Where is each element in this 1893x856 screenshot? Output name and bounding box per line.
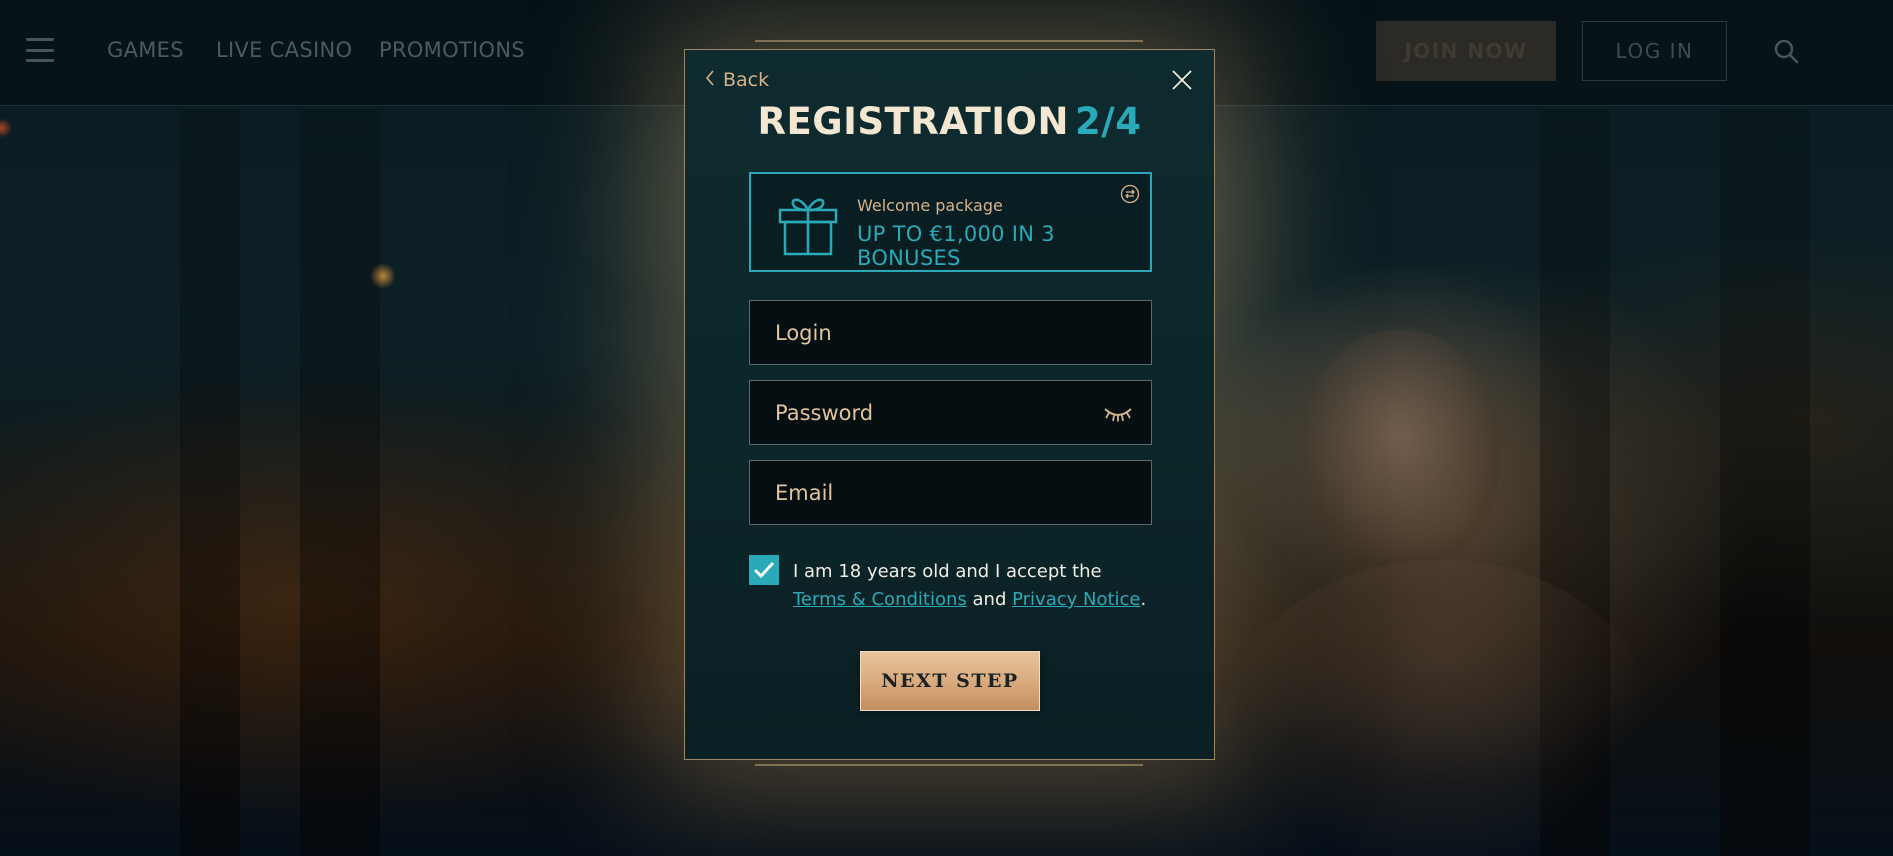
menu-icon[interactable] <box>26 38 54 62</box>
email-input[interactable] <box>750 461 1151 524</box>
close-icon[interactable] <box>1170 68 1194 92</box>
password-input[interactable] <box>750 381 1151 444</box>
terms-link[interactable]: Terms & Conditions <box>793 589 967 610</box>
login-field[interactable] <box>749 300 1152 365</box>
promo-label: Welcome package <box>857 196 1003 215</box>
age-terms-checkbox[interactable] <box>749 555 779 585</box>
chevron-left-icon <box>705 69 715 92</box>
step-indicator: 2/4 <box>1074 100 1142 143</box>
join-now-button[interactable]: JOIN NOW <box>1376 21 1556 81</box>
privacy-link[interactable]: Privacy Notice <box>1012 589 1140 610</box>
welcome-package-banner: Welcome package UP TO €1,000 IN 3 BONUSE… <box>749 172 1152 272</box>
back-link[interactable]: Back <box>705 68 769 92</box>
nav-live-casino[interactable]: LIVE CASINO <box>216 38 352 62</box>
swap-icon[interactable] <box>1120 184 1140 204</box>
eye-closed-icon[interactable] <box>1103 403 1133 423</box>
gift-icon <box>777 192 839 256</box>
registration-modal: Back REGISTRATION 2/4 Welcome package UP … <box>684 49 1215 760</box>
consent-text: I am 18 years old and I accept the Terms… <box>793 558 1173 614</box>
search-icon[interactable] <box>1772 37 1800 65</box>
consent-end: . <box>1140 589 1147 610</box>
login-input[interactable] <box>750 301 1151 364</box>
log-in-button[interactable]: LOG IN <box>1582 21 1727 81</box>
password-field[interactable] <box>749 380 1152 445</box>
title-text: REGISTRATION <box>757 100 1069 143</box>
consent-text-before: I am 18 years old and I accept the <box>793 561 1102 582</box>
consent-and: and <box>972 589 1007 610</box>
back-label: Back <box>723 69 770 91</box>
page-title: REGISTRATION 2/4 <box>685 100 1214 143</box>
checkmark-icon <box>753 561 775 579</box>
nav-promotions[interactable]: PROMOTIONS <box>379 38 525 62</box>
modal-frame-top <box>755 40 1143 48</box>
promo-value: UP TO €1,000 IN 3 BONUSES <box>857 222 1055 270</box>
nav-games[interactable]: GAMES <box>107 38 184 62</box>
next-step-button[interactable]: NEXT STEP <box>860 651 1040 711</box>
email-field[interactable] <box>749 460 1152 525</box>
